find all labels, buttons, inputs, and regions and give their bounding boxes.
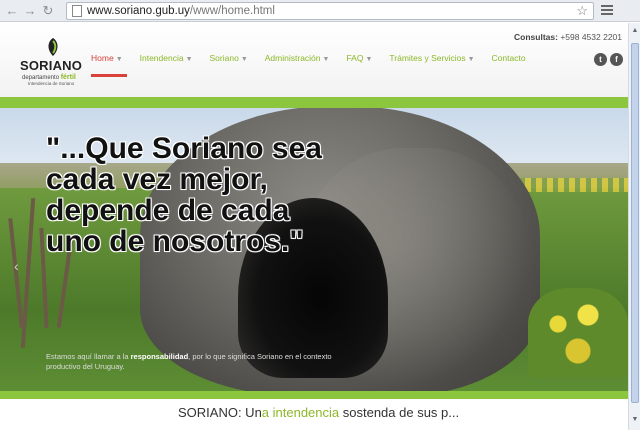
- site-logo[interactable]: SORIANO departamento fértil Intendencia …: [20, 37, 82, 87]
- forward-arrow-icon[interactable]: →: [21, 2, 39, 20]
- back-arrow-icon[interactable]: ←: [3, 2, 21, 20]
- logo-tagline: departamento fértil: [22, 74, 76, 81]
- hero-caption-bold: responsabilidad: [130, 352, 189, 361]
- hero-caption-pre: Estamos aquí llamar a la: [46, 352, 129, 361]
- browser-menu-icon[interactable]: [600, 3, 614, 17]
- logo-subtitle: Intendencia de Soriano: [28, 81, 75, 86]
- hero-yellow-flowers: [528, 288, 628, 378]
- main-navigation: Home ▼ Intendencia ▼ Soriano ▼ Administraci…: [91, 53, 543, 77]
- contact-phone[interactable]: +598 4532 2201: [560, 32, 622, 42]
- site-header: Consultas: +598 4532 2201 SORIANO depart…: [0, 23, 628, 97]
- scroll-down-icon[interactable]: ▼: [631, 416, 639, 426]
- url-domain: www.soriano.gub.uy: [87, 5, 190, 17]
- scroll-thumb[interactable]: [631, 43, 639, 403]
- chevron-down-icon: ▼: [185, 56, 193, 63]
- nav-item-administracion[interactable]: Administración ▼: [265, 53, 330, 63]
- chevron-down-icon: ▼: [365, 56, 373, 63]
- leaf-logo-icon: [48, 38, 58, 56]
- bottom-accent-stripe: [0, 391, 628, 399]
- chevron-down-icon: ▼: [467, 56, 475, 63]
- nav-item-home[interactable]: Home ▼: [91, 53, 127, 77]
- nav-item-soriano[interactable]: Soriano ▼: [210, 53, 248, 63]
- chevron-down-icon: ▼: [115, 56, 123, 63]
- section-heading-pre: SORIANO: Un: [178, 405, 262, 420]
- nav-item-label: Soriano: [209, 53, 239, 63]
- chevron-down-icon: ▼: [240, 56, 248, 63]
- nav-item-label: Trámites y Servicios: [389, 53, 466, 63]
- nav-item-faq[interactable]: FAQ ▼: [346, 53, 372, 63]
- nav-item-label: Intendencia: [139, 53, 184, 63]
- web-page: Consultas: +598 4532 2201 SORIANO depart…: [0, 23, 628, 430]
- nav-item-label: Contacto: [491, 53, 526, 63]
- url-path: /www/home.html: [189, 5, 275, 17]
- active-nav-indicator: [91, 74, 127, 77]
- reload-icon[interactable]: ↻: [39, 2, 57, 20]
- logo-wordmark: SORIANO: [20, 58, 83, 73]
- nav-item-label: Administración: [264, 53, 321, 63]
- section-heading: SORIANO: Una intendencia sostenda de sus…: [178, 405, 459, 420]
- hero-slider: ‹ "...Que Soriano sea cada vez mejor, de…: [0, 108, 628, 391]
- twitter-icon[interactable]: t: [594, 53, 607, 66]
- hero-quote: "...Que Soriano sea cada vez mejor, depe…: [46, 132, 322, 258]
- nav-item-tramites[interactable]: Trámites y Servicios ▼: [389, 53, 474, 63]
- page-icon: [72, 5, 82, 17]
- scroll-up-icon[interactable]: ▲: [631, 27, 639, 37]
- browser-toolbar: ← → ↻ www.soriano.gub.uy/www/home.html ☆: [0, 0, 640, 22]
- section-heading-green: a intendencia: [261, 405, 340, 420]
- logo-tagline-highlight: fértil: [60, 74, 76, 81]
- social-links: t f: [594, 53, 623, 66]
- bookmark-star-icon[interactable]: ☆: [576, 3, 588, 19]
- nav-item-label: Home: [91, 53, 114, 63]
- nav-item-contacto[interactable]: Contacto: [492, 53, 526, 63]
- nav-item-intendencia[interactable]: Intendencia ▼: [140, 53, 193, 63]
- section-heading-post: sostenda de sus p...: [339, 405, 460, 420]
- contact-info: Consultas: +598 4532 2201: [514, 32, 622, 42]
- chevron-down-icon: ▼: [322, 56, 330, 63]
- nav-item-label: FAQ: [346, 53, 364, 63]
- facebook-icon[interactable]: f: [610, 53, 623, 66]
- contact-label: Consultas:: [514, 32, 558, 42]
- top-accent-stripe: [0, 97, 628, 108]
- address-bar[interactable]: www.soriano.gub.uy/www/home.html ☆: [66, 2, 594, 20]
- hero-caption: Estamos aquí llamar a la responsabilidad…: [46, 352, 346, 372]
- vertical-scrollbar[interactable]: ▲ ▼: [628, 23, 640, 430]
- slider-prev-icon[interactable]: ‹: [14, 258, 19, 274]
